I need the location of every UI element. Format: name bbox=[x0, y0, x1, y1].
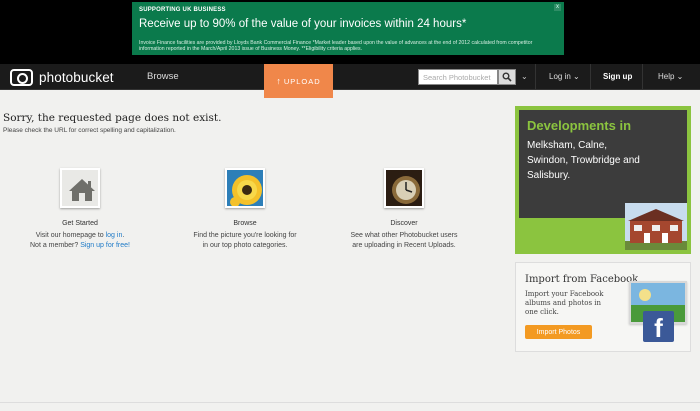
feature-get-started: Get Started Visit our homepage to log in… bbox=[5, 168, 155, 251]
search-icon bbox=[502, 72, 512, 82]
nav-browse-link[interactable]: Browse bbox=[147, 71, 179, 82]
ad-close-icon[interactable]: x bbox=[554, 4, 561, 11]
fb-panel-text: Import your Facebook albums and photos i… bbox=[525, 290, 604, 316]
login-menu[interactable]: Log in ⌄ bbox=[549, 72, 580, 81]
nav-divider bbox=[642, 64, 643, 90]
upload-label: UPLOAD bbox=[283, 76, 321, 86]
flower-photo[interactable] bbox=[225, 168, 265, 208]
search-button[interactable] bbox=[498, 69, 516, 85]
invoice-finance-ad[interactable]: SUPPORTING UK BUSINESS Receive up to 90%… bbox=[132, 2, 564, 55]
navbar: photobucket Browse bbox=[0, 64, 700, 90]
feature-text: Visit our homepage to log in. Not a memb… bbox=[30, 232, 130, 249]
help-menu[interactable]: Help ⌄ bbox=[658, 72, 683, 81]
home-icon[interactable] bbox=[60, 168, 100, 208]
feature-title: Get Started bbox=[62, 220, 98, 227]
feature-title: Browse bbox=[233, 220, 257, 227]
ad-tag: SUPPORTING UK BUSINESS bbox=[139, 7, 226, 13]
feature-text: Find the picture you're looking for in o… bbox=[193, 232, 297, 249]
dev-ad-body: Melksham, Calne, Swindon, Trowbridge and… bbox=[527, 140, 640, 181]
clock-photo[interactable] bbox=[384, 168, 424, 208]
developments-ad[interactable]: Developments in Melksham, Calne, Swindon… bbox=[515, 106, 691, 254]
import-photos-button[interactable]: Import Photos bbox=[525, 325, 592, 339]
fb-panel-title: Import from Facebook bbox=[525, 274, 639, 285]
photobucket-logo[interactable]: photobucket bbox=[10, 68, 114, 86]
page-title: Sorry, the requested page does not exist… bbox=[3, 112, 222, 124]
ad-headline: Receive up to 90% of the value of your i… bbox=[139, 18, 467, 30]
nav-divider bbox=[590, 64, 591, 90]
nav-divider bbox=[535, 64, 536, 90]
feature-title: Discover bbox=[390, 220, 418, 227]
footer-divider bbox=[0, 402, 700, 403]
logo-text: photobucket bbox=[39, 69, 114, 85]
search-options-chevron-icon[interactable]: ⌄ bbox=[521, 72, 528, 81]
facebook-icon: f bbox=[643, 311, 674, 343]
feature-discover: Discover See what other Photobucket user… bbox=[329, 168, 479, 251]
house-photo bbox=[625, 203, 687, 250]
signup-free-link[interactable]: Sign up for free! bbox=[80, 242, 130, 249]
upload-arrow-icon: ↑ bbox=[276, 76, 282, 86]
error-subtitle: Please check the URL for correct spellin… bbox=[3, 127, 176, 134]
ad-fine-print: Invoice Finance facilities are provided … bbox=[139, 40, 533, 52]
search-input[interactable]: Search Photobucket bbox=[418, 69, 498, 85]
feature-text: See what other Photobucket users are upl… bbox=[350, 232, 458, 249]
feature-browse: Browse Find the picture you're looking f… bbox=[170, 168, 320, 251]
camera-icon bbox=[10, 68, 33, 86]
login-link[interactable]: log in bbox=[106, 232, 123, 239]
dev-ad-green-bar bbox=[519, 218, 629, 250]
signup-link[interactable]: Sign up bbox=[603, 72, 632, 81]
import-facebook-panel: Import from Facebook Import your Faceboo… bbox=[515, 262, 691, 352]
dev-ad-headline: Developments in bbox=[527, 118, 632, 133]
upload-button[interactable]: ↑ UPLOAD bbox=[264, 64, 333, 98]
